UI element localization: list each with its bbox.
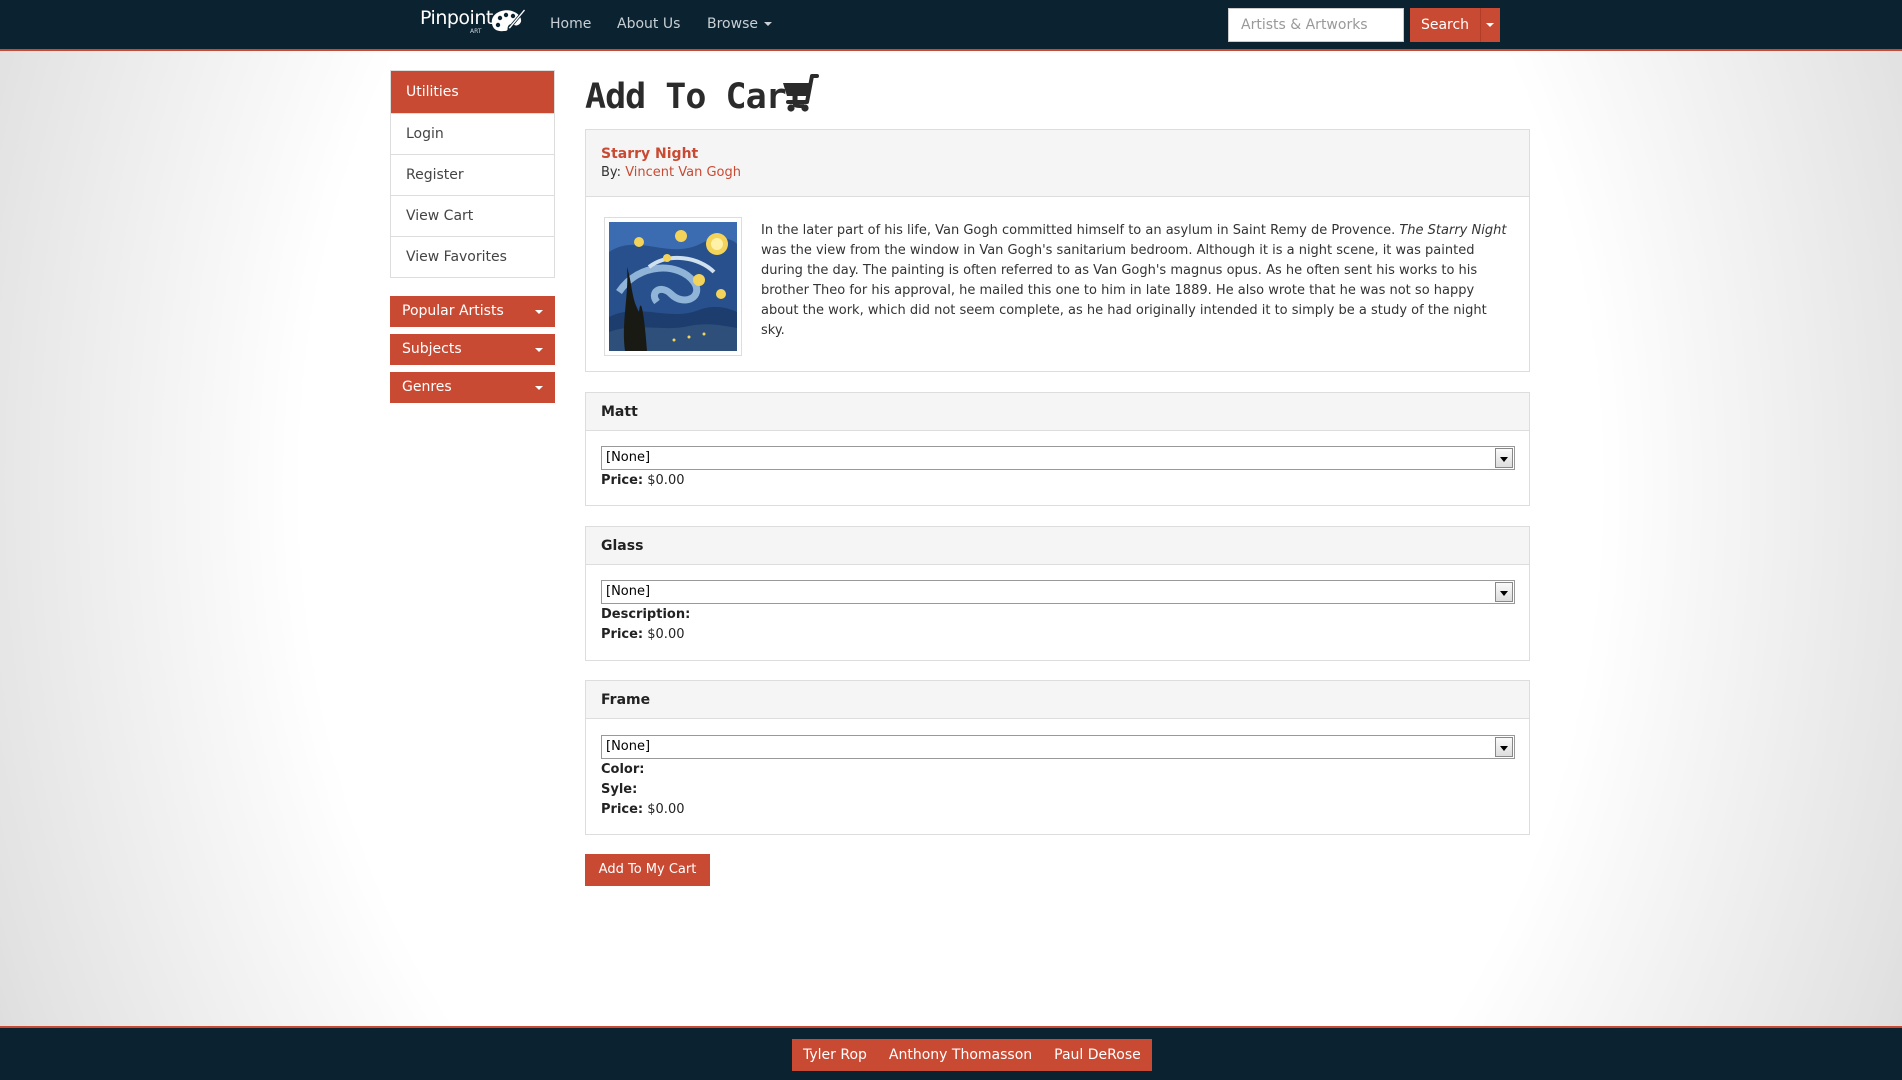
frame-price: Price: $0.00 xyxy=(601,800,684,820)
artist-by-label: By: xyxy=(601,165,622,180)
genres-dropdown[interactable]: Genres xyxy=(390,372,555,403)
search-options-toggle[interactable] xyxy=(1480,8,1500,42)
starry-night-image xyxy=(609,222,737,351)
palette-icon xyxy=(491,8,526,32)
frame-style-label: Syle: xyxy=(601,782,638,797)
frame-style: Syle: xyxy=(601,780,637,800)
matt-price-label: Price: xyxy=(601,473,644,488)
page-title-text: Add To Cart xyxy=(585,77,807,117)
glass-description-label: Description: xyxy=(601,607,691,622)
artist-line: By: Vincent Van Gogh xyxy=(601,165,1514,180)
frame-title: Frame xyxy=(601,692,651,708)
chevron-down-icon xyxy=(535,386,543,390)
matt-price: Price: $0.00 xyxy=(601,471,684,491)
artwork-description: In the later part of his life, Van Gogh … xyxy=(761,221,1511,341)
artwork-title[interactable]: Starry Night xyxy=(601,146,1514,162)
description-text-1: In the later part of his life, Van Gogh … xyxy=(761,223,1400,238)
artist-link[interactable]: Vincent Van Gogh xyxy=(625,165,741,180)
frame-panel: Frame [None] Color: Syle: Price: $0.00 xyxy=(585,680,1530,835)
sidebar-item-view-favorites[interactable]: View Favorites xyxy=(391,236,554,277)
search-input[interactable] xyxy=(1228,8,1404,42)
popular-artists-label: Popular Artists xyxy=(402,303,504,319)
chevron-down-icon[interactable] xyxy=(1495,582,1513,602)
glass-panel: Glass [None] Description: Price: $0.00 xyxy=(585,526,1530,661)
frame-panel-header: Frame xyxy=(586,681,1529,719)
frame-selected-value: [None] xyxy=(606,739,651,754)
add-to-my-cart-button[interactable]: Add To My Cart xyxy=(585,854,710,886)
utilities-heading: Utilities xyxy=(391,71,554,113)
sidebar-item-login[interactable]: Login xyxy=(391,113,554,154)
chevron-down-icon[interactable] xyxy=(1495,737,1513,757)
shopping-cart-icon xyxy=(783,74,819,112)
glass-price: Price: $0.00 xyxy=(601,625,684,645)
footer-name-tyler-rop[interactable]: Tyler Rop xyxy=(792,1039,878,1071)
chevron-down-icon xyxy=(1486,23,1494,27)
nav-about-us[interactable]: About Us xyxy=(617,0,680,49)
matt-panel: Matt [None] Price: $0.00 xyxy=(585,392,1530,506)
nav-home[interactable]: Home xyxy=(550,0,591,49)
glass-title: Glass xyxy=(601,538,644,554)
search-button[interactable]: Search xyxy=(1410,8,1480,42)
artwork-panel-header: Starry Night By: Vincent Van Gogh xyxy=(586,130,1529,197)
sidebar-item-view-cart[interactable]: View Cart xyxy=(391,195,554,236)
artwork-thumbnail[interactable] xyxy=(604,217,742,356)
brand-logo[interactable]: Pinpoint ART xyxy=(420,6,526,42)
artwork-panel: Starry Night By: Vincent Van Gogh In the… xyxy=(585,129,1530,372)
description-artwork-name: The Starry Night xyxy=(1399,223,1507,238)
matt-panel-header: Matt xyxy=(586,393,1529,431)
glass-description: Description: xyxy=(601,605,690,625)
brand-subtitle: ART xyxy=(470,28,482,35)
footer-name-paul-derose[interactable]: Paul DeRose xyxy=(1043,1039,1152,1071)
chevron-down-icon xyxy=(535,348,543,352)
matt-selected-value: [None] xyxy=(606,450,651,465)
subjects-dropdown[interactable]: Subjects xyxy=(390,334,555,365)
matt-select[interactable]: [None] xyxy=(601,446,1515,470)
frame-color: Color: xyxy=(601,760,644,780)
brand-name: Pinpoint xyxy=(420,7,493,29)
matt-price-value: $0.00 xyxy=(647,473,685,488)
artwork-panel-body: In the later part of his life, Van Gogh … xyxy=(586,197,1529,372)
glass-panel-header: Glass xyxy=(586,527,1529,565)
description-text-2: was the view from the window in Van Gogh… xyxy=(761,243,1487,338)
subjects-label: Subjects xyxy=(402,341,462,357)
frame-price-label: Price: xyxy=(601,802,644,817)
genres-label: Genres xyxy=(402,379,452,395)
footer: Tyler Rop Anthony Thomasson Paul DeRose xyxy=(0,1026,1902,1080)
glass-price-label: Price: xyxy=(601,627,644,642)
top-navbar: Pinpoint ART Home About Us Browse Search xyxy=(0,0,1902,51)
chevron-down-icon xyxy=(535,310,543,314)
chevron-down-icon[interactable] xyxy=(1495,448,1513,468)
footer-name-anthony-thomasson[interactable]: Anthony Thomasson xyxy=(878,1039,1043,1071)
nav-browse-dropdown[interactable]: Browse xyxy=(707,0,772,49)
footer-credits: Tyler Rop Anthony Thomasson Paul DeRose xyxy=(792,1039,1152,1071)
glass-select[interactable]: [None] xyxy=(601,580,1515,604)
nav-browse-label: Browse xyxy=(707,16,758,32)
popular-artists-dropdown[interactable]: Popular Artists xyxy=(390,296,555,327)
matt-title: Matt xyxy=(601,404,638,420)
frame-color-label: Color: xyxy=(601,762,645,777)
page-title: Add To Cart xyxy=(585,72,819,122)
glass-price-value: $0.00 xyxy=(647,627,685,642)
sidebar-item-register[interactable]: Register xyxy=(391,154,554,195)
glass-selected-value: [None] xyxy=(606,584,651,599)
chevron-down-icon xyxy=(763,22,772,26)
frame-select[interactable]: [None] xyxy=(601,735,1515,759)
utilities-panel: Utilities Login Register View Cart View … xyxy=(390,70,555,278)
frame-price-value: $0.00 xyxy=(647,802,685,817)
